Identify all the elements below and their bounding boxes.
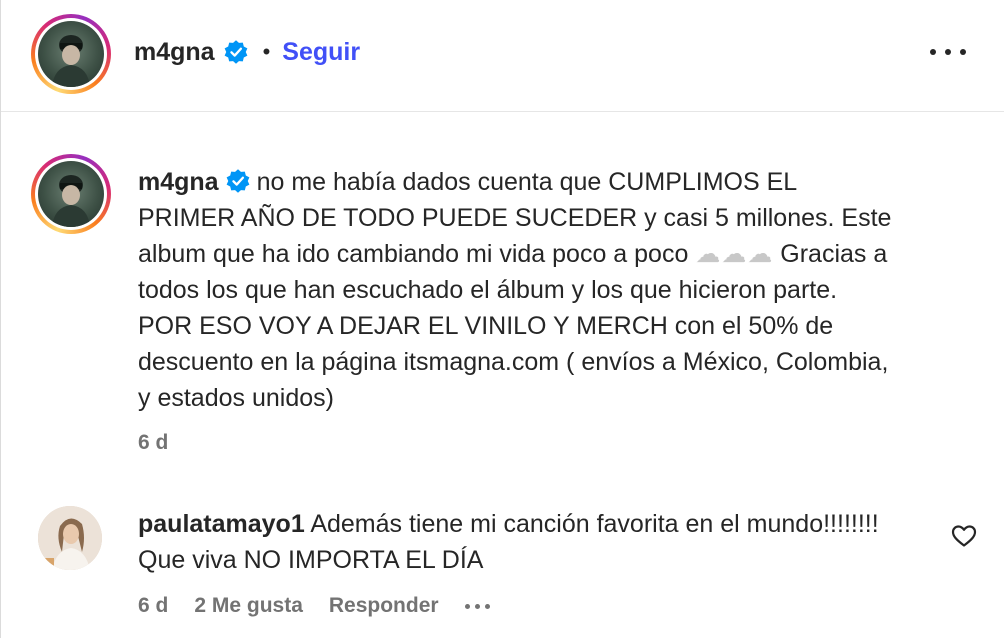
likes-count-link[interactable]: 2 Me gusta: [194, 594, 303, 618]
avatar-photo: [52, 35, 90, 87]
commenter-avatar[interactable]: [38, 506, 102, 570]
comment-meta-row: 6 d 2 Me gusta Responder: [138, 594, 490, 618]
more-options-icon[interactable]: [930, 38, 966, 66]
separator-dot: •: [262, 39, 271, 64]
caption-username[interactable]: m4gna: [138, 168, 219, 196]
header-user-row: m4gna • Seguir: [134, 34, 360, 70]
caption-timestamp[interactable]: 6 d: [138, 431, 168, 455]
comment-options-icon[interactable]: [464, 603, 490, 609]
verified-badge-icon: [226, 169, 249, 194]
post-comments-panel: m4gna • Seguir m4gna no me había dados c…: [0, 0, 1004, 638]
caption-author-avatar[interactable]: [31, 154, 111, 234]
header-username[interactable]: m4gna: [134, 38, 215, 67]
follow-button[interactable]: Seguir: [282, 38, 360, 67]
cloud-emoji-icon: ☁☁☁: [695, 240, 774, 268]
author-avatar[interactable]: [31, 14, 111, 94]
caption-body-part1: no me había dados cuenta que CUMPLIMOS E…: [138, 168, 892, 268]
avatar-photo: [38, 506, 102, 570]
caption-text: m4gna no me había dados cuenta que CUMPL…: [138, 164, 898, 416]
avatar-photo: [52, 175, 90, 227]
comment-timestamp[interactable]: 6 d: [138, 594, 168, 618]
comment-body: paulatamayo1 Además tiene mi canción fav…: [138, 506, 898, 578]
post-header: m4gna • Seguir: [1, 0, 1004, 112]
reply-button[interactable]: Responder: [329, 594, 439, 618]
heart-outline-icon[interactable]: [951, 524, 977, 548]
verified-badge-icon: [224, 40, 247, 64]
comment-username[interactable]: paulatamayo1: [138, 510, 305, 538]
